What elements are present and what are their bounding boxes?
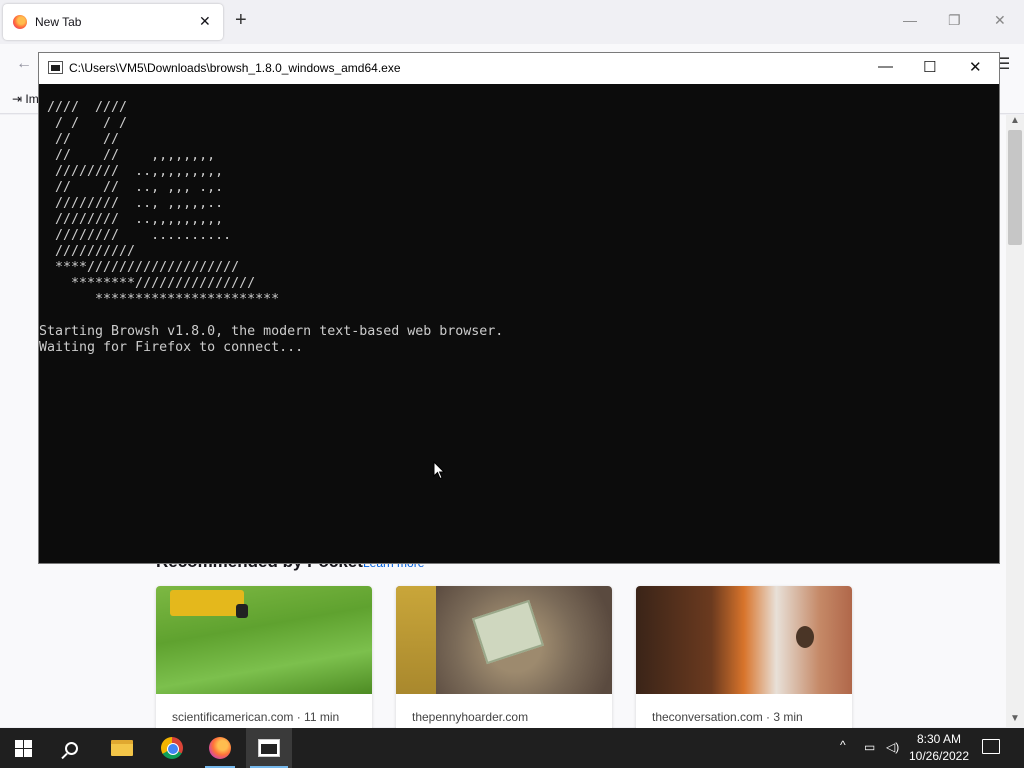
lawn-mower-image xyxy=(156,586,372,694)
scroll-down-arrow-icon[interactable]: ▼ xyxy=(1010,713,1020,724)
minimize-button[interactable]: — xyxy=(903,12,917,28)
page-scrollbar[interactable]: ▲ ▼ xyxy=(1006,115,1024,727)
scrollbar-thumb[interactable] xyxy=(1008,130,1022,245)
start-button[interactable] xyxy=(0,728,46,768)
tab-new-tab[interactable]: New Tab ✕ xyxy=(3,4,223,40)
browser-tab-bar: New Tab ✕ + — ❐ ✕ xyxy=(0,0,1024,44)
console-window-title: C:\Users\VM5\Downloads\browsh_1.8.0_wind… xyxy=(69,61,401,75)
import-bookmarks-button[interactable]: ⇥ Im xyxy=(12,92,39,106)
network-icon[interactable]: ▭ xyxy=(864,740,875,754)
dollar-bill-image xyxy=(396,586,612,694)
console-output-area[interactable]: //// //// / / / / // // // // ,,,,,,,, /… xyxy=(39,100,999,563)
pocket-card-source: theconversation.com · 3 min xyxy=(652,710,803,724)
console-app-icon xyxy=(48,61,63,74)
console-taskbar-button[interactable] xyxy=(246,728,292,768)
pocket-card[interactable]: scientificamerican.com · 11 min xyxy=(156,586,372,736)
chrome-icon xyxy=(161,737,183,759)
volume-icon[interactable]: ◁) xyxy=(886,740,899,754)
search-button[interactable] xyxy=(48,728,94,768)
folder-icon xyxy=(111,740,133,756)
console-close-button[interactable]: ✕ xyxy=(969,58,982,76)
pocket-card-source: thepennyhoarder.com xyxy=(412,710,529,724)
firefox-favicon-icon xyxy=(13,15,27,29)
windows-start-icon xyxy=(14,739,32,757)
console-output-text: Starting Browsh v1.8.0, the modern text-… xyxy=(39,324,504,355)
firefox-button[interactable] xyxy=(197,728,243,768)
console-title-bar[interactable]: C:\Users\VM5\Downloads\browsh_1.8.0_wind… xyxy=(39,53,999,84)
spider-image xyxy=(636,586,852,694)
new-tab-button[interactable]: + xyxy=(235,10,247,30)
back-arrow-icon[interactable]: ← xyxy=(16,55,32,73)
console-window[interactable]: C:\Users\VM5\Downloads\browsh_1.8.0_wind… xyxy=(38,52,1000,564)
pocket-card-source: scientificamerican.com · 11 min xyxy=(172,710,340,724)
pocket-card[interactable]: theconversation.com · 3 min xyxy=(636,586,852,736)
chevron-up-icon[interactable]: ^ xyxy=(840,738,846,752)
firefox-icon xyxy=(209,737,231,759)
console-icon xyxy=(258,739,280,757)
file-explorer-button[interactable] xyxy=(99,728,145,768)
close-button[interactable]: ✕ xyxy=(994,12,1006,29)
tab-close-icon[interactable]: ✕ xyxy=(199,13,211,30)
browsh-ascii-logo: //// //// / / / / // // // // ,,,,,,,, /… xyxy=(47,100,280,307)
chrome-button[interactable] xyxy=(149,728,195,768)
clock-date: 10/26/2022 xyxy=(908,749,970,763)
tab-title: New Tab xyxy=(35,15,82,29)
notification-icon[interactable] xyxy=(982,739,1000,754)
console-maximize-button[interactable]: ☐ xyxy=(923,58,936,76)
search-icon xyxy=(64,741,78,755)
windows-taskbar: ^ ▭ ◁) 8:30 AM 10/26/2022 xyxy=(0,728,1024,768)
scroll-up-arrow-icon[interactable]: ▲ xyxy=(1010,115,1020,126)
clock-time: 8:30 AM xyxy=(916,732,962,746)
system-clock[interactable]: 8:30 AM 10/26/2022 xyxy=(904,731,974,765)
restore-button[interactable]: ❐ xyxy=(948,12,961,29)
console-minimize-button[interactable]: — xyxy=(878,58,893,75)
pocket-card[interactable]: thepennyhoarder.com xyxy=(396,586,612,736)
